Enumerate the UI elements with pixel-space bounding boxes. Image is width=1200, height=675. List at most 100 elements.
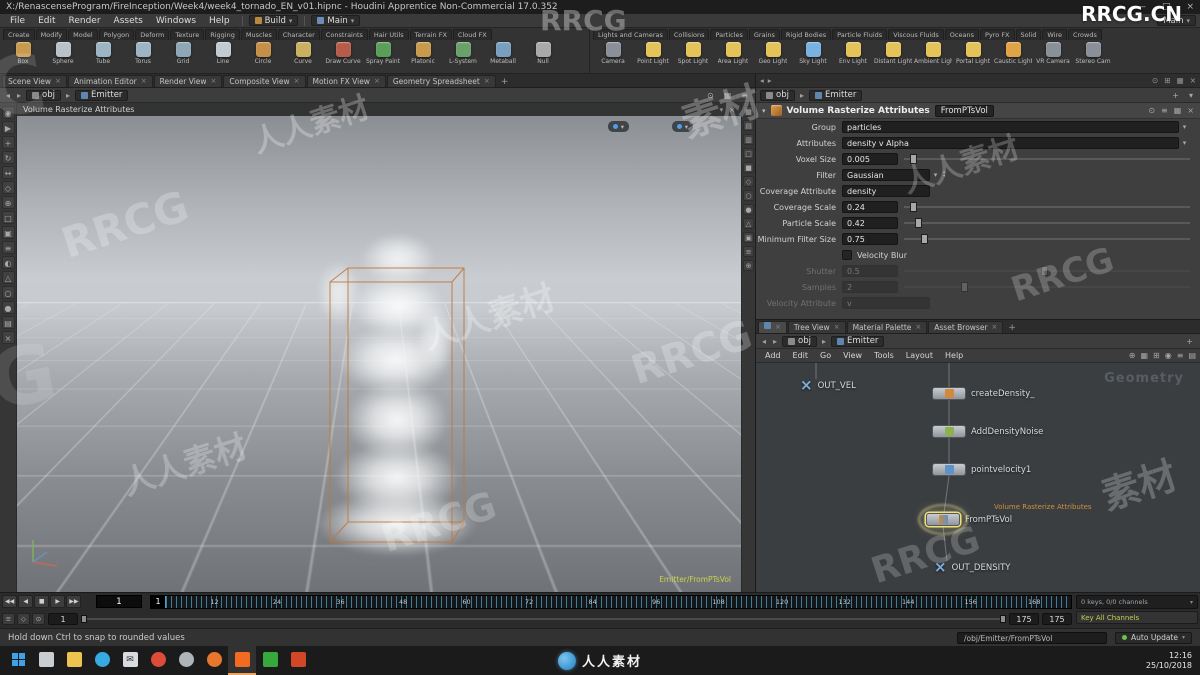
playbar-option-button[interactable]: ≡: [2, 613, 15, 625]
shelf-tool[interactable]: Spray Paint: [364, 42, 402, 71]
viewport-tool-icon[interactable]: ▣: [2, 226, 15, 239]
shelf-tab[interactable]: Constraints: [321, 29, 368, 40]
voxel-size-input[interactable]: 0.005: [842, 153, 898, 165]
network-canvas[interactable]: Geometry × OUT_VEL createDensity_ AddDen…: [756, 363, 1200, 592]
update-mode-selector[interactable]: Auto Update ▾: [1115, 632, 1192, 644]
coverage-scale-slider[interactable]: [904, 201, 1190, 213]
node-OUT_DENSITY[interactable]: × OUT_DENSITY: [934, 561, 1011, 574]
minimum-filter-size-input[interactable]: 0.75: [842, 233, 898, 245]
playhead[interactable]: 1: [151, 596, 166, 608]
range-handle-end[interactable]: [1000, 615, 1006, 623]
chevron-down-icon[interactable]: ▾: [720, 106, 724, 114]
close-icon[interactable]: ×: [992, 322, 998, 333]
viewport-tool-icon[interactable]: ↔: [2, 166, 15, 179]
path-node-chip[interactable]: Emitter: [831, 336, 884, 347]
close-icon[interactable]: ×: [775, 322, 781, 333]
viewport-tool-icon[interactable]: +: [2, 136, 15, 149]
node-name-field[interactable]: FromPTsVol: [935, 105, 994, 117]
shelf-tab[interactable]: Particles: [710, 29, 747, 40]
shelf-tool[interactable]: Draw Curve: [324, 42, 362, 71]
viewport-tool-icon[interactable]: □: [2, 211, 15, 224]
shelf-tool[interactable]: Stereo Cam: [1074, 42, 1112, 71]
shelf-tab[interactable]: Polygon: [99, 29, 135, 40]
network-menu-item[interactable]: Layout: [901, 351, 938, 360]
voxel-size-slider[interactable]: [904, 153, 1190, 165]
close-icon[interactable]: ×: [55, 76, 61, 87]
back-icon[interactable]: ◂: [760, 337, 768, 346]
transport-button[interactable]: ◀◀: [2, 595, 17, 608]
shelf-tab[interactable]: Muscles: [241, 29, 277, 40]
shelf-tab[interactable]: Character: [278, 29, 320, 40]
viewport-tool-icon[interactable]: ◐: [2, 256, 15, 269]
shelf-tool[interactable]: Line: [204, 42, 242, 71]
menu-item[interactable]: Assets: [108, 16, 149, 26]
shelf-tool[interactable]: Sky Light: [794, 42, 832, 71]
taskbar-app[interactable]: [200, 646, 228, 675]
shelf-tool[interactable]: Ambient Light: [914, 42, 952, 71]
shelf-tab[interactable]: Crowds: [1068, 29, 1102, 40]
taskbar-app[interactable]: [144, 646, 172, 675]
display-tool-icon[interactable]: ▦: [743, 106, 754, 117]
forward-icon[interactable]: ▸: [771, 337, 779, 346]
shelf-tool[interactable]: Circle: [244, 42, 282, 71]
network-menu-item[interactable]: Edit: [788, 351, 814, 360]
taskbar-app[interactable]: [32, 646, 60, 675]
display-tool-icon[interactable]: ○: [743, 190, 754, 201]
timeline-ruler[interactable]: 12 24 36 48 60 72 84 96 108 120 132 144 156 168 1: [150, 595, 1072, 609]
target-icon[interactable]: ◉: [1165, 351, 1172, 360]
display-tool-icon[interactable]: ■: [743, 162, 754, 173]
new-tab-button[interactable]: +: [497, 77, 513, 87]
viewport-tool-icon[interactable]: △: [2, 271, 15, 284]
shelf-tab[interactable]: Pyro FX: [980, 29, 1015, 40]
split-icon[interactable]: ⊞: [1153, 351, 1160, 360]
taskbar-app[interactable]: [172, 646, 200, 675]
coverage-attribute-input[interactable]: density: [842, 185, 930, 197]
shelf-tool[interactable]: Camera: [594, 42, 632, 71]
taskbar-app[interactable]: [256, 646, 284, 675]
wrench-icon[interactable]: ⊕: [1129, 351, 1136, 360]
shelf-tab[interactable]: Collisions: [669, 29, 710, 40]
pane-tab[interactable]: Geometry Spreadsheet ×: [387, 75, 496, 87]
network-menu-item[interactable]: Go: [815, 351, 836, 360]
shelf-tab[interactable]: Create: [3, 29, 35, 40]
shelf-tool[interactable]: Geo Light: [754, 42, 792, 71]
current-node-path-field[interactable]: /obj/Emitter/FromPTsVol: [957, 632, 1107, 644]
close-icon[interactable]: ×: [484, 76, 490, 87]
group-input[interactable]: particles: [842, 121, 1179, 133]
build-desktop-selector[interactable]: Build ▾: [249, 15, 299, 26]
display-tool-icon[interactable]: ⊕: [743, 260, 754, 271]
shelf-tool[interactable]: Env Light: [834, 42, 872, 71]
shelf-tab[interactable]: Oceans: [945, 29, 979, 40]
pin-icon[interactable]: ⊙: [1152, 76, 1158, 85]
chevron-down-icon[interactable]: ▾: [1186, 91, 1196, 100]
path-root-chip[interactable]: obj: [760, 90, 795, 101]
node-OUT_VEL[interactable]: × OUT_VEL: [800, 379, 856, 392]
shelf-tool[interactable]: Caustic Light: [994, 42, 1032, 71]
add-icon[interactable]: +: [1183, 337, 1196, 346]
shelf-tab[interactable]: Grains: [749, 29, 780, 40]
shelf-tool[interactable]: Null: [524, 42, 562, 71]
viewport-tool-icon[interactable]: ◉: [2, 106, 15, 119]
node-AddDensityNoise[interactable]: AddDensityNoise: [932, 425, 1043, 438]
minimum-filter-size-slider[interactable]: [904, 233, 1190, 245]
viewport-tool-icon[interactable]: ⊕: [2, 196, 15, 209]
back-icon[interactable]: ◂: [760, 76, 764, 85]
path-root-chip[interactable]: obj: [26, 90, 61, 101]
shelf-tab[interactable]: Solid: [1016, 29, 1042, 40]
back-icon[interactable]: ◂: [4, 91, 12, 100]
gear-icon[interactable]: ⊙: [1148, 106, 1155, 115]
taskbar-app[interactable]: [284, 646, 312, 675]
display-tool-icon[interactable]: ▤: [743, 120, 754, 131]
shelf-tool[interactable]: Grid: [164, 42, 202, 71]
shelf-tool[interactable]: Box: [4, 42, 42, 71]
viewport-tool-icon[interactable]: ↻: [2, 151, 15, 164]
shelf-tool[interactable]: Portal Light: [954, 42, 992, 71]
key-all-channels-button[interactable]: Key All Channels: [1076, 611, 1198, 624]
shelf-tool[interactable]: Torus: [124, 42, 162, 71]
minimize-button[interactable]: —: [1137, 0, 1146, 14]
playbar-option-button[interactable]: ⊙: [32, 613, 45, 625]
velocity-blur-checkbox[interactable]: [842, 250, 852, 260]
viewport-3d[interactable]: Volume Rasterize Attributes ▾ × ▾ ▾ Emit…: [17, 103, 741, 592]
display-tool-icon[interactable]: ▣: [743, 232, 754, 243]
network-menu-item[interactable]: Help: [940, 351, 968, 360]
